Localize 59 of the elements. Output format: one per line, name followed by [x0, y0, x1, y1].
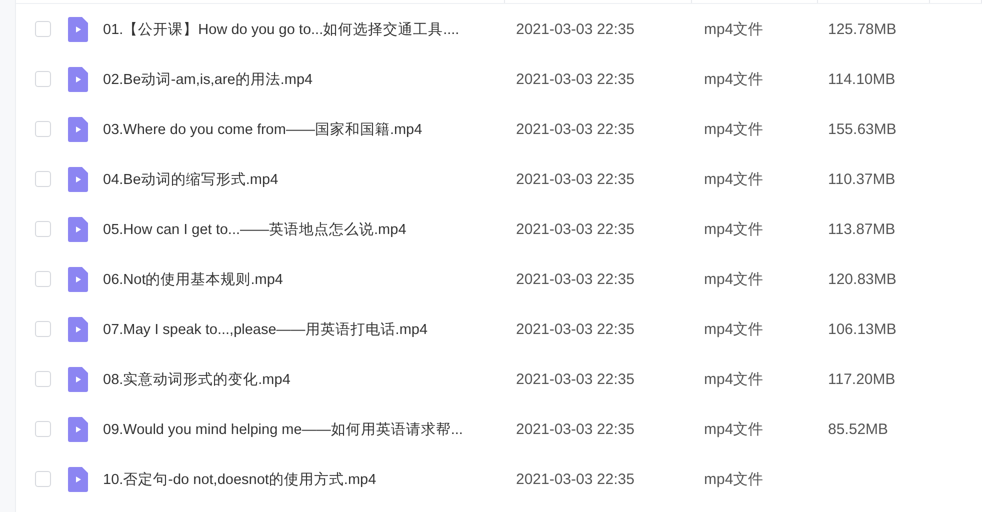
video-file-icon	[68, 166, 88, 192]
video-file-icon	[68, 16, 88, 42]
file-size: 106.13MB	[828, 320, 896, 338]
file-name[interactable]: 10.否定句-do not,doesnot的使用方式.mp4	[103, 470, 376, 488]
file-name[interactable]: 08.实意动词形式的变化.mp4	[103, 370, 290, 388]
video-file-icon	[68, 416, 88, 442]
file-type: mp4文件	[704, 470, 764, 488]
file-name[interactable]: 05.How can I get to...——英语地点怎么说.mp4	[103, 220, 406, 238]
checkbox[interactable]	[35, 321, 51, 337]
file-type: mp4文件	[704, 20, 764, 38]
video-file-icon	[68, 466, 88, 492]
file-type: mp4文件	[704, 170, 764, 188]
modified-date: 2021-03-03 22:35	[516, 120, 634, 138]
modified-date: 2021-03-03 22:35	[516, 220, 634, 238]
file-name[interactable]: 01.【公开课】How do you go to...如何选择交通工具....	[103, 20, 460, 38]
video-file-icon	[68, 116, 88, 142]
modified-date: 2021-03-03 22:35	[516, 470, 634, 488]
modified-date: 2021-03-03 22:35	[516, 20, 634, 38]
checkbox[interactable]	[35, 471, 51, 487]
checkbox[interactable]	[35, 371, 51, 387]
file-size: 114.10MB	[828, 70, 896, 88]
modified-date: 2021-03-03 22:35	[516, 270, 634, 288]
checkbox[interactable]	[35, 71, 51, 87]
file-size: 120.83MB	[828, 270, 896, 288]
file-name[interactable]: 09.Would you mind helping me——如何用英语请求帮...	[103, 420, 463, 438]
checkbox[interactable]	[35, 171, 51, 187]
checkbox[interactable]	[35, 21, 51, 37]
modified-date: 2021-03-03 22:35	[516, 370, 634, 388]
modified-date: 2021-03-03 22:35	[516, 420, 634, 438]
video-file-icon	[68, 216, 88, 242]
file-type: mp4文件	[704, 320, 764, 338]
file-size: 85.52MB	[828, 420, 888, 438]
file-size: 113.87MB	[828, 220, 896, 238]
file-size: 117.20MB	[828, 370, 896, 388]
file-size: 155.63MB	[828, 120, 896, 138]
checkbox[interactable]	[35, 221, 51, 237]
file-type: mp4文件	[704, 70, 764, 88]
file-type: mp4文件	[704, 270, 764, 288]
video-file-icon	[68, 316, 88, 342]
file-type: mp4文件	[704, 370, 764, 388]
file-name[interactable]: 03.Where do you come from——国家和国籍.mp4	[103, 120, 422, 138]
video-file-icon	[68, 66, 88, 92]
file-size: 110.37MB	[828, 170, 896, 188]
file-type: mp4文件	[704, 120, 764, 138]
modified-date: 2021-03-03 22:35	[516, 170, 634, 188]
video-file-icon	[68, 266, 88, 292]
checkbox[interactable]	[35, 121, 51, 137]
file-name[interactable]: 07.May I speak to...,please——用英语打电话.mp4	[103, 320, 428, 338]
file-name[interactable]: 02.Be动词-am,is,are的用法.mp4	[103, 70, 313, 88]
video-file-icon	[68, 366, 88, 392]
file-size: 125.78MB	[828, 20, 896, 38]
modified-date: 2021-03-03 22:35	[516, 320, 634, 338]
file-type: mp4文件	[704, 420, 764, 438]
file-name[interactable]: 06.Not的使用基本规则.mp4	[103, 270, 283, 288]
file-type: mp4文件	[704, 220, 764, 238]
modified-date: 2021-03-03 22:35	[516, 70, 634, 88]
checkbox[interactable]	[35, 421, 51, 437]
checkbox[interactable]	[35, 271, 51, 287]
file-name[interactable]: 04.Be动词的缩写形式.mp4	[103, 170, 278, 188]
